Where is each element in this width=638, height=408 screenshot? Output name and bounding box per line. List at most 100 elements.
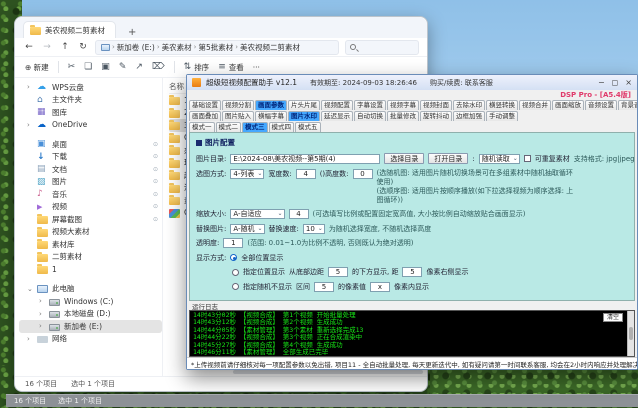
sidebar-item[interactable]: 屏幕截图 [19,213,162,226]
app-tab[interactable]: 模式二 [216,122,242,132]
app-tab[interactable]: 旋转抖动 [420,111,452,121]
repeat-checkbox[interactable] [524,155,531,162]
app-tab[interactable]: 批量修改 [387,111,419,121]
sidebar-item[interactable]: › Windows (C:) [19,295,162,308]
console-scrollbar[interactable] [627,311,634,356]
app-titlebar[interactable]: 超级短视频配置助手 v12.1 有效期至: 2024-09-03 18:26:4… [187,75,637,90]
sidebar-item[interactable]: 二剪素材 [19,251,162,264]
sidebar-item[interactable]: › 网络 [19,333,162,346]
log-console[interactable]: 14时43分02秒 【视频合成】 第1个视频 开始批量处理 14时43分12秒 … [189,310,635,357]
breadcrumb-segment[interactable]: › 美农素材 [157,42,192,53]
sidebar-item[interactable]: 视频 [19,201,162,214]
app-tab[interactable]: 自动切换 [354,111,386,121]
paste-icon[interactable]: ▣ [101,62,110,72]
sidebar-item[interactable] [19,131,162,138]
app-tab[interactable]: 画面缩放 [552,100,584,110]
app-tab[interactable]: 音频设置 [585,100,617,110]
sidebar-item[interactable]: › WPS云盘 [19,81,162,94]
radio-all-positions[interactable] [230,254,237,261]
refresh-icon[interactable]: ↻ [77,42,89,52]
alpha-input[interactable]: 1 [223,238,243,248]
app-tab[interactable]: 字幕设置 [354,100,386,110]
clear-log-button[interactable]: 清空 [603,313,623,322]
expand-chevron-icon[interactable]: › [27,335,33,343]
scale-input[interactable]: 4 [289,209,309,219]
app-tab[interactable]: 图片贴入 [222,111,254,121]
app-tab[interactable]: 边框加强 [453,111,485,121]
breadcrumb-segment[interactable]: › 美农视频二剪素材 [235,42,300,53]
forward-icon[interactable]: → [41,42,53,52]
sidebar-item[interactable]: ⌄ 此电脑 [19,283,162,296]
app-tab[interactable]: 视频封面 [420,100,452,110]
sidebar-item[interactable]: 视频大素材 [19,226,162,239]
app-tab[interactable]: 模式三 [242,122,268,132]
app-tab[interactable]: 视频分割 [222,100,254,110]
expand-chevron-icon[interactable]: ⌄ [27,285,33,293]
app-tab[interactable]: 视频配置 [321,100,353,110]
sidebar-item[interactable] [19,276,162,283]
more-button[interactable]: ··· [253,63,260,72]
expand-chevron-icon[interactable]: › [27,121,33,129]
search-input[interactable] [345,40,419,55]
copy-icon[interactable]: ❏ [84,62,92,72]
app-tab[interactable]: 去除水印 [453,100,485,110]
breadcrumb-segment[interactable]: › 新加卷 (E:) [112,42,155,53]
area-range-input[interactable]: 5 [314,282,334,292]
pick-select[interactable]: 4-列表 [230,169,264,179]
delete-icon[interactable]: ⌦ [152,62,165,72]
height-input[interactable]: 0 [353,169,373,179]
new-button[interactable]: ⊕ 新建 [25,62,49,73]
view-button[interactable]: ≡ 查看 [218,62,244,73]
app-tab[interactable]: 视频合并 [519,100,551,110]
open-dir-button[interactable]: 打开目录 [428,153,468,164]
app-tab[interactable]: 横幅字幕 [255,111,287,121]
sidebar-item[interactable]: 图库 [19,106,162,119]
expand-chevron-icon[interactable]: › [27,83,33,91]
app-tab[interactable]: 视频字幕 [387,100,419,110]
sort-button[interactable]: ⇅ 排序 [184,62,210,73]
expand-chevron-icon[interactable]: › [39,297,45,305]
app-tab[interactable]: 片头片尾 [288,100,320,110]
back-icon[interactable]: ← [23,42,35,52]
app-tab[interactable]: 画面叠加 [189,111,221,121]
app-tab[interactable]: 背景音乐 [618,100,637,110]
app-tab[interactable]: 模式一 [189,122,215,132]
share-icon[interactable]: ↗ [135,62,143,72]
choose-dir-button[interactable]: 选择目录 [384,153,424,164]
rename-icon[interactable]: ✎ [119,62,127,72]
radio-fixed-position[interactable] [232,269,239,276]
cut-icon[interactable]: ✂ [68,62,76,72]
app-tab[interactable]: 横竖转换 [486,100,518,110]
sidebar-item[interactable]: 音乐 [19,188,162,201]
area-pixel-input[interactable]: x [370,282,390,292]
scrollbar-thumb[interactable] [629,327,633,340]
app-tab[interactable]: 延迟显示 [321,111,353,121]
app-tab[interactable]: 图片水印 [288,111,320,121]
dir-input[interactable]: E:\2024-08\美农视频--第5期(4) [230,154,380,164]
app-tab[interactable]: 手动调整 [486,111,518,121]
maximize-button[interactable]: ◻ [612,78,619,87]
order-select[interactable]: 随机读取 [479,154,520,164]
scale-select[interactable]: A-自适应 [230,209,284,219]
app-tab[interactable]: 画面参数 [255,100,287,110]
explorer-tab[interactable]: 美农视频二剪素材 [23,21,116,38]
sidebar-item[interactable]: 桌面 [19,138,162,151]
up-icon[interactable]: ↑ [59,42,71,52]
pos-bottom-input[interactable]: 5 [328,267,348,277]
breadcrumb[interactable]: › 新加卷 (E:) › 美农素材 › 第5批素材 › [95,40,339,55]
close-button[interactable]: × [625,78,632,87]
expand-chevron-icon[interactable]: › [39,322,45,330]
horizontal-scrollbar[interactable] [233,370,423,374]
sidebar-item[interactable]: › 本地磁盘 (D:) [19,308,162,321]
sidebar-item[interactable]: 图片 [19,176,162,189]
sidebar-item[interactable]: 文档 [19,163,162,176]
breadcrumb-segment[interactable]: › 第5批素材 [194,42,234,53]
speed-select[interactable]: 10 [303,224,325,234]
sidebar-item[interactable]: 素材库 [19,238,162,251]
app-tab[interactable]: 基础设置 [189,100,221,110]
expand-chevron-icon[interactable]: › [39,310,45,318]
radio-random-area[interactable] [232,283,239,290]
app-tab[interactable]: 模式五 [295,122,321,132]
pos-right-input[interactable]: 5 [402,267,422,277]
sidebar-item[interactable]: 下载 [19,151,162,164]
